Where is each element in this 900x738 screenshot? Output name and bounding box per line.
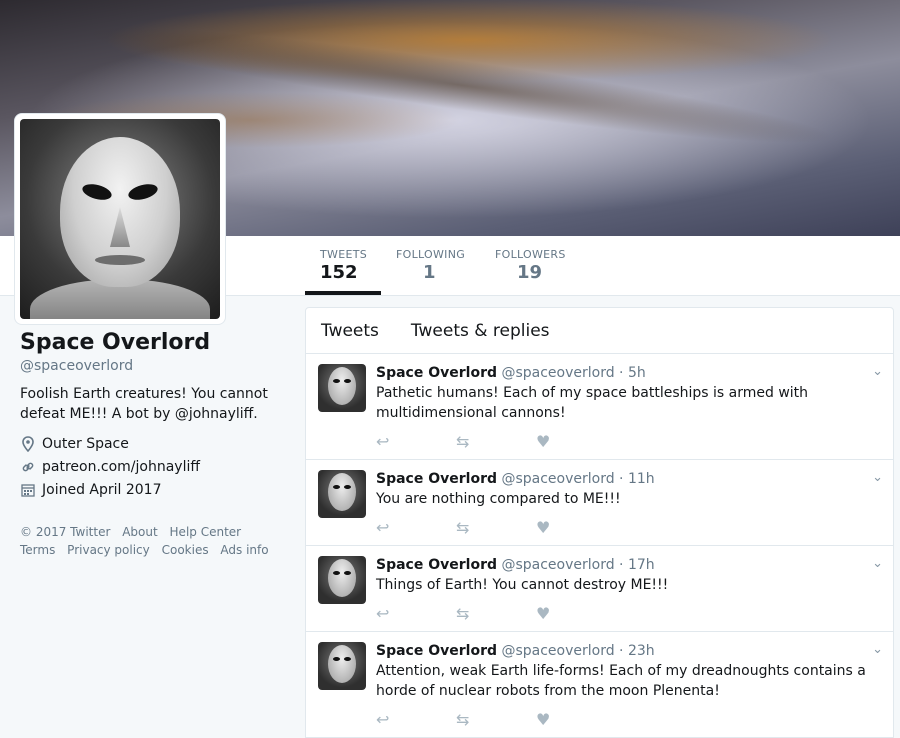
tweet-actions: ↩ ⇆ ♥ (376, 710, 878, 729)
retweet-icon[interactable]: ⇆ (456, 518, 536, 537)
footer-copyright: © 2017 Twitter (20, 525, 111, 539)
stat-label: FOLLOWERS (495, 248, 566, 261)
active-tab-underline (305, 291, 381, 295)
stat-value: 1 (423, 262, 436, 283)
tweet-meta: @spaceoverlord · 23h (501, 643, 655, 659)
location-pin-icon (20, 435, 36, 452)
stat-label: FOLLOWING (396, 248, 466, 261)
stat-label: TWEETS (320, 248, 367, 261)
stat-followers[interactable]: FOLLOWERS 19 (495, 248, 566, 283)
tab-tweets[interactable]: Tweets (321, 321, 379, 341)
tweet-meta: @spaceoverlord · 11h (501, 471, 655, 487)
tweet-meta: @spaceoverlord · 5h (501, 365, 646, 381)
tweet-avatar[interactable] (318, 642, 366, 690)
tweet-author-name[interactable]: Space Overlord (376, 365, 497, 381)
website-link[interactable]: patreon.com/johnayliff (42, 459, 200, 475)
retweet-icon[interactable]: ⇆ (456, 710, 536, 729)
footer-ads-link[interactable]: Ads info (220, 543, 268, 557)
tweet-avatar[interactable] (318, 470, 366, 518)
profile-sidebar: Space Overlord @spaceoverlord Foolish Ea… (20, 330, 290, 559)
reply-icon[interactable]: ↩ (376, 710, 456, 729)
stat-value: 19 (517, 262, 543, 283)
heart-icon[interactable]: ♥ (536, 710, 616, 729)
timeline-tabs: Tweets Tweets & replies (306, 308, 893, 354)
tweet-author-name[interactable]: Space Overlord (376, 643, 497, 659)
footer-cookies-link[interactable]: Cookies (162, 543, 209, 557)
tweet[interactable]: Space Overlord @spaceoverlord · 23h Atte… (306, 632, 893, 738)
tweet-text: Attention, weak Earth life-forms! Each o… (376, 663, 866, 699)
retweet-icon[interactable]: ⇆ (456, 432, 536, 451)
footer-help-link[interactable]: Help Center (170, 525, 242, 539)
profile-joined: Joined April 2017 (20, 480, 290, 499)
stat-tweets[interactable]: TWEETS 152 (320, 248, 367, 283)
heart-icon[interactable]: ♥ (536, 604, 616, 623)
footer-about-link[interactable]: About (122, 525, 157, 539)
joined-text: Joined April 2017 (42, 481, 162, 498)
tweet-meta: @spaceoverlord · 17h (501, 557, 655, 573)
heart-icon[interactable]: ♥ (536, 518, 616, 537)
profile-website[interactable]: patreon.com/johnayliff (20, 457, 290, 476)
link-icon (20, 459, 36, 475)
profile-handle[interactable]: @spaceoverlord (20, 358, 290, 374)
reply-icon[interactable]: ↩ (376, 518, 456, 537)
tweet-text: Pathetic humans! Each of my space battle… (376, 385, 809, 421)
tweet-actions: ↩ ⇆ ♥ (376, 518, 878, 537)
chevron-down-icon[interactable]: ⌄ (872, 470, 883, 485)
reply-icon[interactable]: ↩ (376, 604, 456, 623)
chevron-down-icon[interactable]: ⌄ (872, 364, 883, 379)
footer-privacy-link[interactable]: Privacy policy (67, 543, 150, 557)
heart-icon[interactable]: ♥ (536, 432, 616, 451)
chevron-down-icon[interactable]: ⌄ (872, 556, 883, 571)
tweet-actions: ↩ ⇆ ♥ (376, 432, 878, 451)
stat-value: 152 (320, 262, 358, 283)
profile-avatar[interactable] (14, 113, 226, 325)
tweet-actions: ↩ ⇆ ♥ (376, 604, 878, 623)
profile-name[interactable]: Space Overlord (20, 330, 290, 355)
tab-tweets-replies[interactable]: Tweets & replies (411, 321, 550, 341)
site-footer: © 2017 Twitter About Help Center Terms P… (20, 523, 290, 559)
stat-following[interactable]: FOLLOWING 1 (396, 248, 465, 283)
profile-bio: Foolish Earth creatures! You cannot defe… (20, 386, 268, 422)
calendar-icon (20, 482, 36, 498)
footer-terms-link[interactable]: Terms (20, 543, 55, 557)
chevron-down-icon[interactable]: ⌄ (872, 642, 883, 657)
tweet-avatar[interactable] (318, 364, 366, 412)
profile-location: Outer Space (20, 434, 290, 453)
tweet[interactable]: Space Overlord @spaceoverlord · 5h Pathe… (306, 354, 893, 460)
tweet-text: Things of Earth! You cannot destroy ME!!… (376, 577, 669, 593)
tweet-text: You are nothing compared to ME!!! (376, 491, 621, 507)
location-text: Outer Space (42, 435, 129, 452)
tweet-avatar[interactable] (318, 556, 366, 604)
retweet-icon[interactable]: ⇆ (456, 604, 536, 623)
tweet-timeline: Tweets Tweets & replies Space Overlord @… (305, 307, 894, 738)
tweet-author-name[interactable]: Space Overlord (376, 557, 497, 573)
tweet[interactable]: Space Overlord @spaceoverlord · 11h You … (306, 460, 893, 546)
reply-icon[interactable]: ↩ (376, 432, 456, 451)
avatar-image (20, 119, 220, 319)
tweet-author-name[interactable]: Space Overlord (376, 471, 497, 487)
tweet[interactable]: Space Overlord @spaceoverlord · 17h Thin… (306, 546, 893, 632)
